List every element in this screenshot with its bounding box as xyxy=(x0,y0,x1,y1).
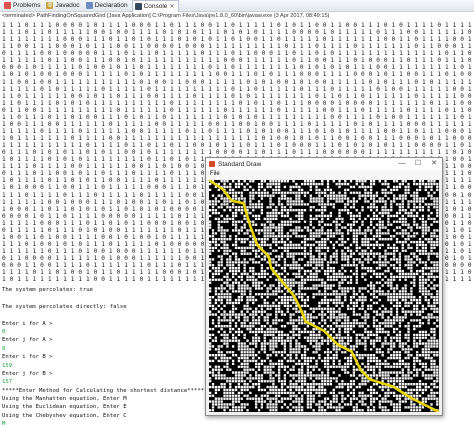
console-status-line: <terminated> PathFindingOnSquaredGrid [J… xyxy=(2,13,330,19)
standard-draw-window: Standard Draw — ☐ ✕ File xyxy=(205,157,443,416)
menu-file[interactable]: File xyxy=(210,171,220,177)
standard-draw-menubar: File xyxy=(206,170,442,179)
declaration-icon xyxy=(85,2,93,9)
percolation-grid-canvas[interactable] xyxy=(209,180,439,412)
console-output: The system percolates: true The system pe… xyxy=(2,286,212,428)
tab-label: Problems xyxy=(13,2,41,9)
console-output-line: 0 xyxy=(2,328,6,335)
console-output-line: *****Enter Method for Calculating the sh… xyxy=(2,387,211,394)
minimize-button[interactable]: — xyxy=(394,158,410,170)
console-output-line: Enter i for A > xyxy=(2,320,53,327)
console-output-line: The system percolates directly: false xyxy=(2,303,127,310)
tab-label: Declaration xyxy=(94,2,128,9)
console-output-line: The system percolates: true xyxy=(2,287,93,293)
console-output-line: Enter j for B > xyxy=(2,370,53,377)
console-output-line: 0 xyxy=(2,345,6,352)
console-output-line: 159 xyxy=(2,362,13,369)
console-output-line: Using the Chebyshev equation, Enter C xyxy=(2,412,127,419)
close-icon[interactable]: ✕ xyxy=(169,3,174,10)
standard-draw-titlebar[interactable]: Standard Draw — ☐ ✕ xyxy=(206,158,442,170)
close-button[interactable]: ✕ xyxy=(426,158,442,170)
tab-label: Javadoc xyxy=(55,2,80,9)
console-output-line: Enter j for A > xyxy=(2,337,53,344)
window-title: Standard Draw xyxy=(218,160,262,168)
console-output-line: M xyxy=(2,421,6,428)
console-output-line: Using the Euclidean equation, Enter E xyxy=(2,404,127,411)
view-tab-bar: Problems @ Javadoc Declaration Console ✕ xyxy=(0,0,474,12)
tab-declaration[interactable]: Declaration xyxy=(84,0,132,11)
maximize-button[interactable]: ☐ xyxy=(410,158,426,170)
javadoc-icon: @ xyxy=(46,2,54,9)
tab-console[interactable]: Console ✕ xyxy=(131,0,180,12)
java-app-icon xyxy=(209,161,215,167)
console-icon xyxy=(134,3,142,10)
console-output-line: Using the Manhatten equation, Enter M xyxy=(2,396,127,403)
tab-label: Console xyxy=(143,3,168,10)
tab-javadoc[interactable]: @ Javadoc xyxy=(44,0,83,11)
tab-problems[interactable]: Problems xyxy=(2,0,44,11)
problems-icon xyxy=(4,2,11,9)
console-output-line: Enter i for B > xyxy=(2,354,53,361)
percolation-grid-svg xyxy=(209,180,439,412)
console-output-line: 157 xyxy=(2,379,13,386)
